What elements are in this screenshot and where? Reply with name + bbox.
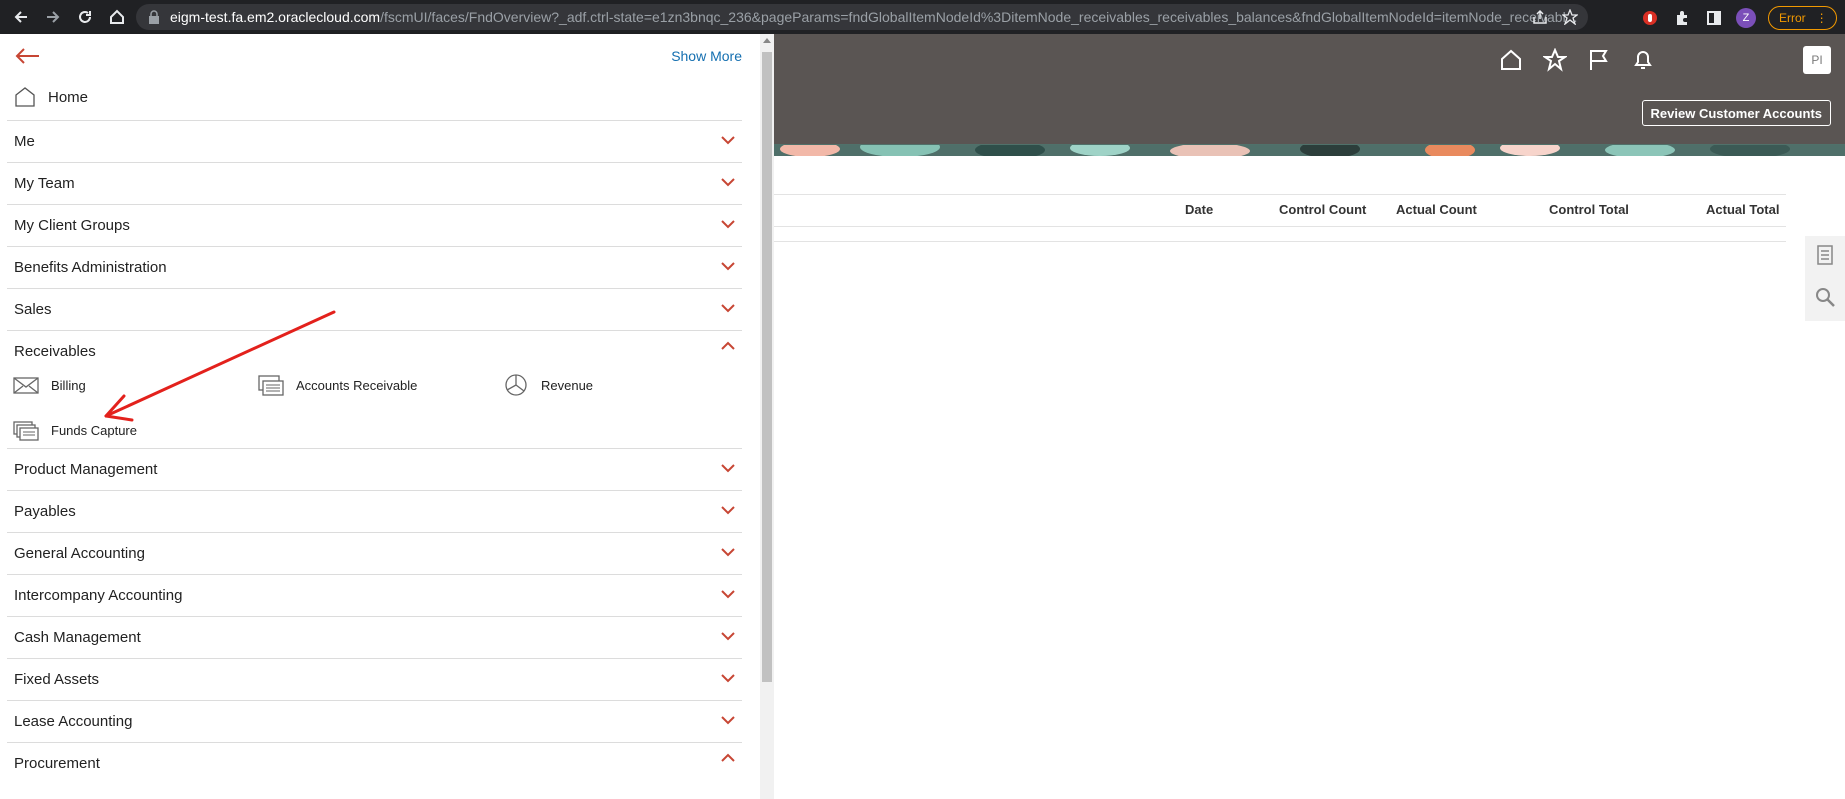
table-bottom-border — [773, 241, 1786, 242]
app-header: PI Review Customer Accounts — [770, 34, 1845, 144]
nav-section-fixed-assets[interactable]: Fixed Assets — [7, 658, 742, 700]
close-navigator-arrow-icon[interactable] — [14, 46, 40, 66]
nav-section-me[interactable]: Me — [7, 120, 742, 162]
nav-section-payables[interactable]: Payables — [7, 490, 742, 532]
section-label: Cash Management — [14, 629, 141, 646]
home-outline-icon — [15, 87, 35, 107]
chevron-up-icon — [721, 753, 735, 762]
chevron-down-icon — [721, 590, 735, 599]
section-label: Product Management — [14, 461, 158, 478]
column-header-control-total[interactable]: Control Total — [1549, 202, 1629, 217]
search-icon[interactable] — [1814, 286, 1836, 308]
bookmark-star-icon[interactable] — [1562, 9, 1578, 25]
url-path: /fscmUI/faces/FndOverview?_adf.ctrl-stat… — [380, 9, 1578, 25]
cards-stack-icon — [13, 421, 39, 441]
chevron-down-icon — [721, 548, 735, 557]
nav-section-my-team[interactable]: My Team — [7, 162, 742, 204]
section-label: Procurement — [14, 755, 100, 772]
revenue-label: Revenue — [541, 377, 594, 393]
chevron-down-icon — [721, 674, 735, 683]
reload-icon[interactable] — [74, 6, 96, 28]
share-icon[interactable] — [1532, 9, 1548, 25]
revenue-link[interactable]: Revenue — [503, 373, 593, 397]
section-label: Lease Accounting — [14, 713, 133, 730]
section-label: Me — [14, 133, 35, 150]
chevron-down-icon — [721, 464, 735, 473]
section-label: General Accounting — [14, 545, 145, 562]
nav-section-my-client-groups[interactable]: My Client Groups — [7, 204, 742, 246]
more-vert-icon: ⋮ — [1815, 11, 1828, 25]
address-bar[interactable]: eigm-test.fa.em2.oraclecloud.com/fscmUI/… — [136, 4, 1588, 30]
side-tools-panel — [1805, 236, 1845, 321]
pie-chart-icon — [505, 374, 527, 396]
column-header-actual-total[interactable]: Actual Total — [1706, 202, 1779, 217]
section-label: Receivables — [14, 343, 96, 360]
url-host: eigm-test.fa.em2.oraclecloud.com — [170, 9, 381, 25]
review-customer-accounts-button[interactable]: Review Customer Accounts — [1641, 100, 1831, 126]
section-label: Benefits Administration — [14, 259, 167, 276]
billing-link[interactable]: Billing — [13, 373, 86, 397]
table-top-border — [773, 194, 1786, 195]
section-label: My Team — [14, 175, 75, 192]
error-button[interactable]: Error ⋮ — [1768, 6, 1837, 30]
notifications-bell-icon[interactable] — [1631, 48, 1655, 72]
billing-label: Billing — [51, 377, 86, 393]
column-header-control-count[interactable]: Control Count — [1279, 202, 1366, 217]
chevron-down-icon — [721, 220, 735, 229]
chevron-down-icon — [721, 262, 735, 271]
decorative-banner — [770, 144, 1845, 156]
chevron-down-icon — [721, 632, 735, 641]
watchlist-flag-icon[interactable] — [1587, 48, 1611, 72]
chevron-down-icon — [721, 716, 735, 725]
section-label: Intercompany Accounting — [14, 587, 183, 604]
home-icon[interactable] — [106, 6, 128, 28]
annotation-arrow — [104, 310, 336, 422]
column-header-actual-count[interactable]: Actual Count — [1396, 202, 1477, 217]
table-header-border — [773, 226, 1786, 227]
chevron-down-icon — [721, 304, 735, 313]
scrollbar-thumb[interactable] — [762, 52, 772, 682]
back-icon[interactable] — [10, 6, 32, 28]
nav-section-procurement[interactable]: Procurement — [7, 742, 742, 799]
navigator-scrollbar[interactable] — [760, 34, 774, 799]
section-label: Payables — [14, 503, 76, 520]
navigator-drawer: Show More Home Me My Team My Client Grou… — [0, 34, 760, 799]
profile-avatar[interactable]: Z — [1736, 8, 1756, 28]
nav-section-lease-accounting[interactable]: Lease Accounting — [7, 700, 742, 742]
error-label: Error — [1779, 11, 1806, 25]
extensions-puzzle-icon[interactable] — [1672, 8, 1692, 28]
chevron-down-icon — [721, 178, 735, 187]
nav-section-benefits-administration[interactable]: Benefits Administration — [7, 246, 742, 288]
browser-toolbar: eigm-test.fa.em2.oraclecloud.com/fscmUI/… — [0, 0, 1845, 34]
nav-section-product-management[interactable]: Product Management — [7, 448, 742, 490]
nav-section-cash-management[interactable]: Cash Management — [7, 616, 742, 658]
chevron-up-icon — [721, 341, 735, 350]
nav-section-intercompany-accounting[interactable]: Intercompany Accounting — [7, 574, 742, 616]
user-avatar[interactable]: PI — [1803, 46, 1831, 74]
chevron-down-icon — [721, 136, 735, 145]
side-panel-icon[interactable] — [1704, 8, 1724, 28]
funds-capture-label: Funds Capture — [51, 422, 137, 438]
chevron-down-icon — [721, 506, 735, 515]
section-label: Sales — [14, 301, 52, 318]
section-label: Fixed Assets — [14, 671, 100, 688]
favorites-star-icon[interactable] — [1543, 48, 1567, 72]
column-header-date[interactable]: Date — [1185, 202, 1213, 217]
forward-icon[interactable] — [42, 6, 64, 28]
show-more-link[interactable]: Show More — [671, 48, 742, 64]
envelope-icon — [13, 377, 39, 394]
tasks-list-icon[interactable] — [1814, 244, 1836, 266]
home-label: Home — [48, 88, 89, 106]
navigator-home-link[interactable]: Home — [14, 86, 88, 108]
section-label: My Client Groups — [14, 217, 130, 234]
home-icon[interactable] — [1499, 48, 1523, 72]
extension-red-icon[interactable] — [1640, 8, 1660, 28]
nav-section-general-accounting[interactable]: General Accounting — [7, 532, 742, 574]
scroll-up-arrow-icon[interactable] — [763, 38, 771, 43]
lock-icon — [149, 10, 159, 24]
